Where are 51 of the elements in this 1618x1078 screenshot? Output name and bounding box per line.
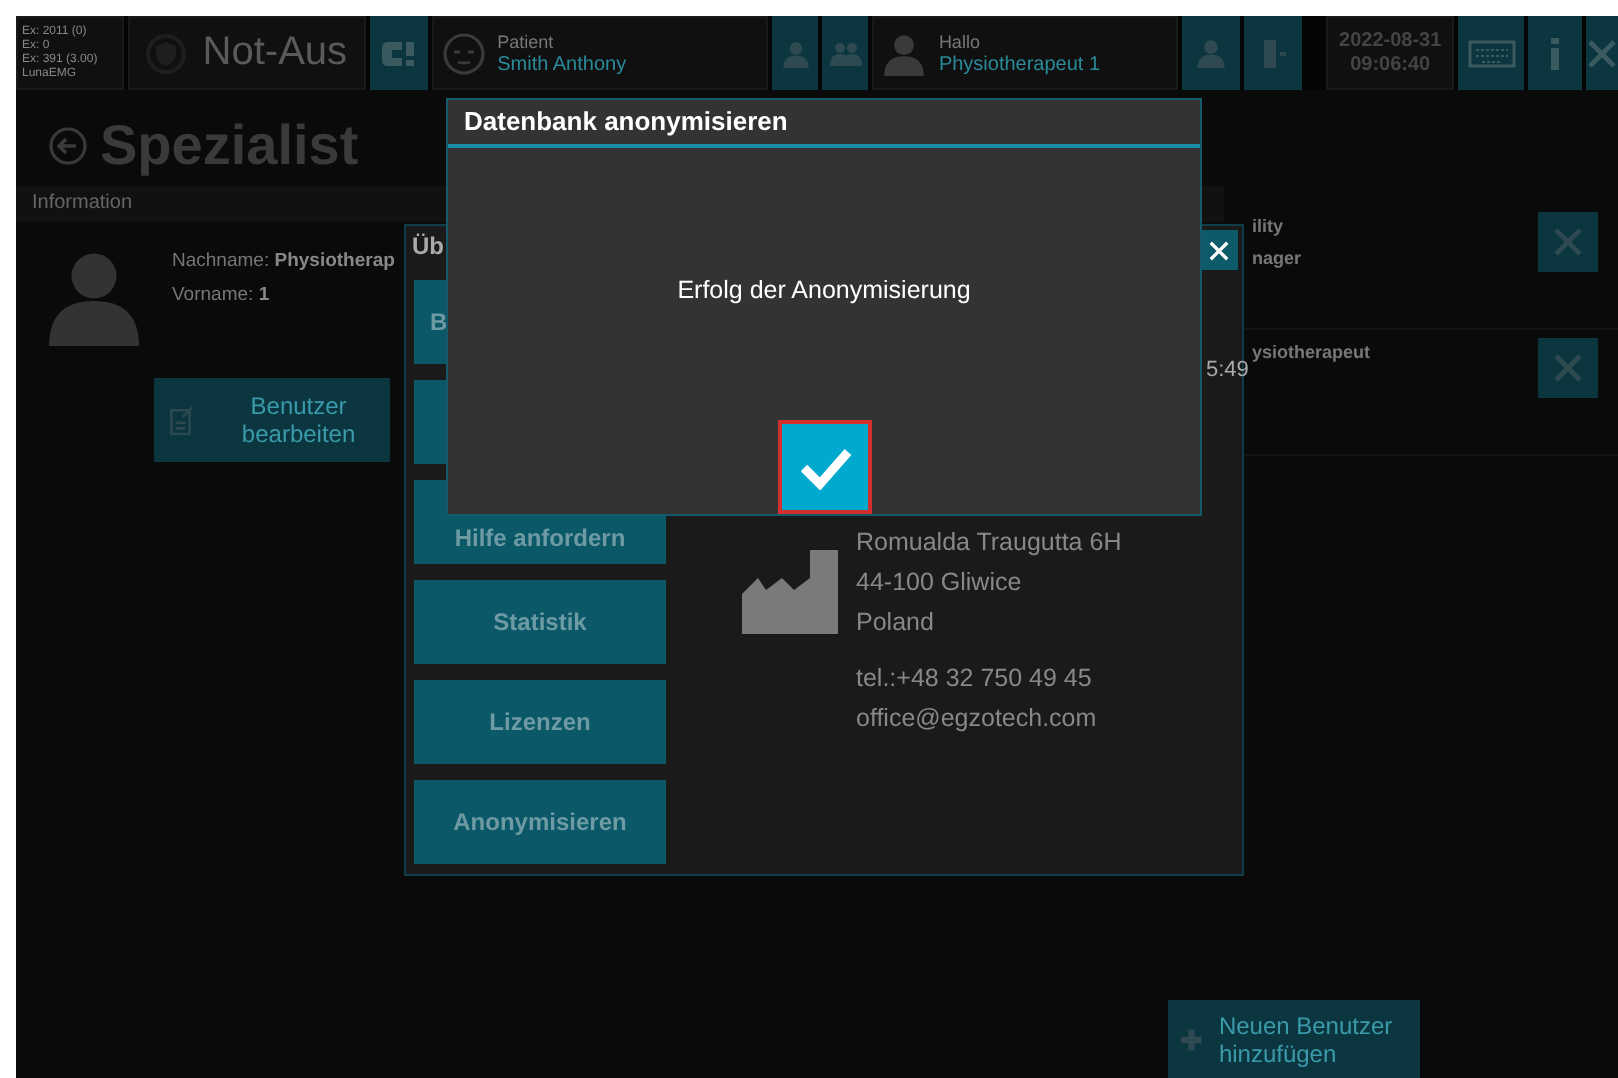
user-icon [882,31,927,75]
close-icon [1207,239,1229,261]
user-role-text: nager [1252,248,1302,268]
field-text: Nachname: Physiotherap [172,250,395,272]
delete-user-button[interactable] [1538,338,1598,398]
emergency-stop-label: Not-Aus [202,30,348,76]
address-line: 44-100 Gliwice [856,566,1024,600]
close-button[interactable] [1586,16,1618,90]
patient-label: Patient [497,29,554,53]
door-icon [1261,37,1286,69]
ok-button[interactable] [778,420,872,514]
people-icon [829,41,862,65]
keyboard-button[interactable] [1458,16,1524,90]
dialog-close-button[interactable] [1198,230,1238,270]
keyboard-icon [1467,39,1515,67]
user-role-text: ysiotherapeut [1252,342,1371,362]
profile-button[interactable] [1182,16,1241,90]
contact-line: office@egzotech.com [856,702,1099,736]
address-line: Poland [856,606,936,640]
patient-name: Smith Anthony [497,53,627,77]
close-icon [1552,352,1584,384]
confirm-title: Datenbank anonymisieren [448,100,1200,148]
confirm-message: Erfolg der Anonymisierung [675,276,973,304]
close-icon [1586,37,1618,69]
info-icon [1549,37,1560,69]
user-role-text: ility [1252,216,1286,236]
add-user-button[interactable]: Neuen Benutzer hinzufügen [1168,1000,1420,1078]
logo-button[interactable] [369,16,428,90]
delete-user-button[interactable] [1538,212,1598,272]
contact-line: tel.:+48 32 750 49 45 [856,662,1094,696]
dialog-title: Üb [410,230,446,264]
patients-button[interactable] [822,16,869,90]
menu-button[interactable]: Anonymisieren [414,780,666,864]
factory-icon [742,550,838,634]
time-text: 5:49 [1206,358,1249,382]
menu-button[interactable]: Statistik [414,580,666,664]
person-icon [781,39,810,67]
address-line: Romualda Traugutta 6H [856,526,1122,560]
person-icon [1196,38,1227,68]
info-button[interactable] [1527,16,1583,90]
user-name: Physiotherapeut 1 [938,53,1101,77]
back-icon [48,126,88,166]
menu-button[interactable]: Lizenzen [414,680,666,764]
patient-button[interactable] [772,16,819,90]
face-icon [441,31,486,75]
close-icon [1552,226,1584,258]
checkmark-icon [799,445,851,489]
greeting: Hallo [938,29,980,53]
edit-user-button[interactable]: Benutzer bearbeiten [154,378,390,462]
logout-button[interactable] [1244,16,1303,90]
field-text: Vorname: 1 [172,284,272,306]
